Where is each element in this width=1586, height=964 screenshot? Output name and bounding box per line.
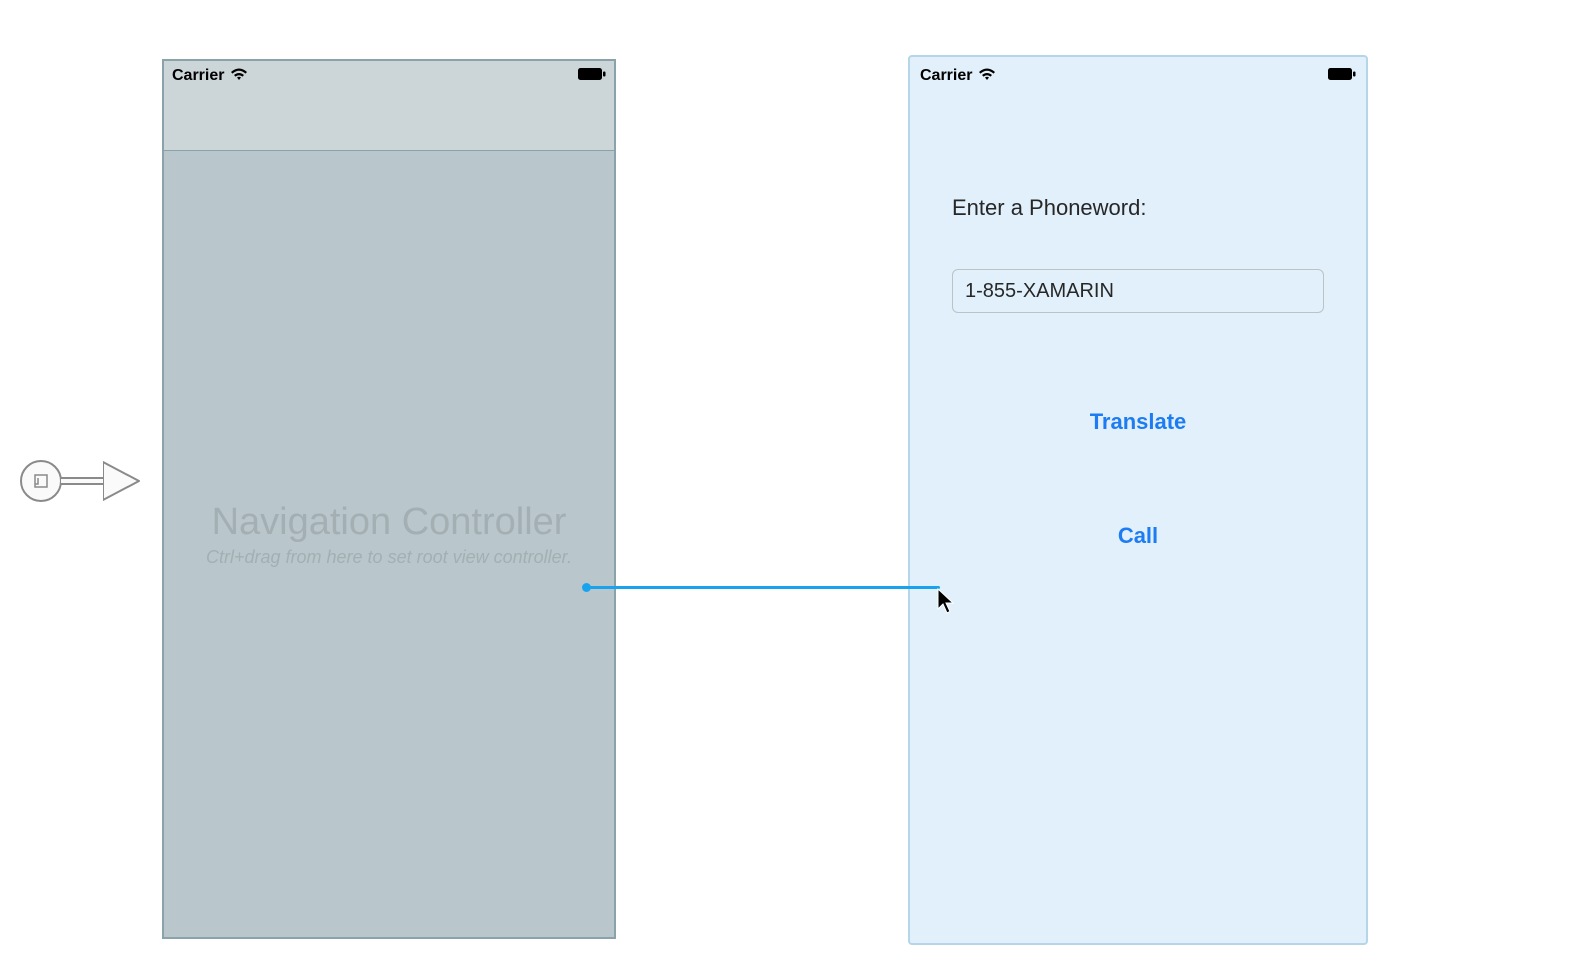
segue-drag-line [586,586,940,589]
statusbar-right [578,67,606,86]
vc-content: Enter a Phoneword: Translate Call [910,95,1366,557]
battery-icon [578,67,606,86]
entry-point-circle-icon [20,460,62,502]
call-button[interactable]: Call [952,515,1324,557]
navigation-bar [164,91,614,151]
entry-point-stem [61,477,105,485]
statusbar-right [1328,67,1356,86]
carrier-label: Carrier [920,67,972,85]
wifi-icon [978,67,996,86]
translate-button[interactable]: Translate [952,401,1324,443]
entry-point-arrowhead-icon [105,458,143,504]
wifi-icon [230,67,248,86]
nav-controller-title: Navigation Controller [164,501,614,544]
nav-body: Navigation Controller Ctrl+drag from her… [164,151,614,937]
nav-controller-subtitle: Ctrl+drag from here to set root view con… [164,547,614,568]
nav-status-bar: Carrier [164,61,614,91]
battery-icon [1328,67,1356,86]
phoneword-label: Enter a Phoneword: [952,195,1324,221]
phoneword-input[interactable] [952,269,1324,313]
storyboard-entry-point[interactable] [20,458,143,504]
navigation-controller-scene[interactable]: Carrier Navigation Controller Ctrl+drag … [162,59,616,939]
cursor-icon [937,588,957,616]
vc-status-bar: Carrier [910,57,1366,95]
statusbar-left: Carrier [920,67,996,86]
statusbar-left: Carrier [172,67,248,86]
view-controller-scene[interactable]: Carrier Enter a Phoneword: Translate Cal… [908,55,1368,945]
carrier-label: Carrier [172,67,224,85]
